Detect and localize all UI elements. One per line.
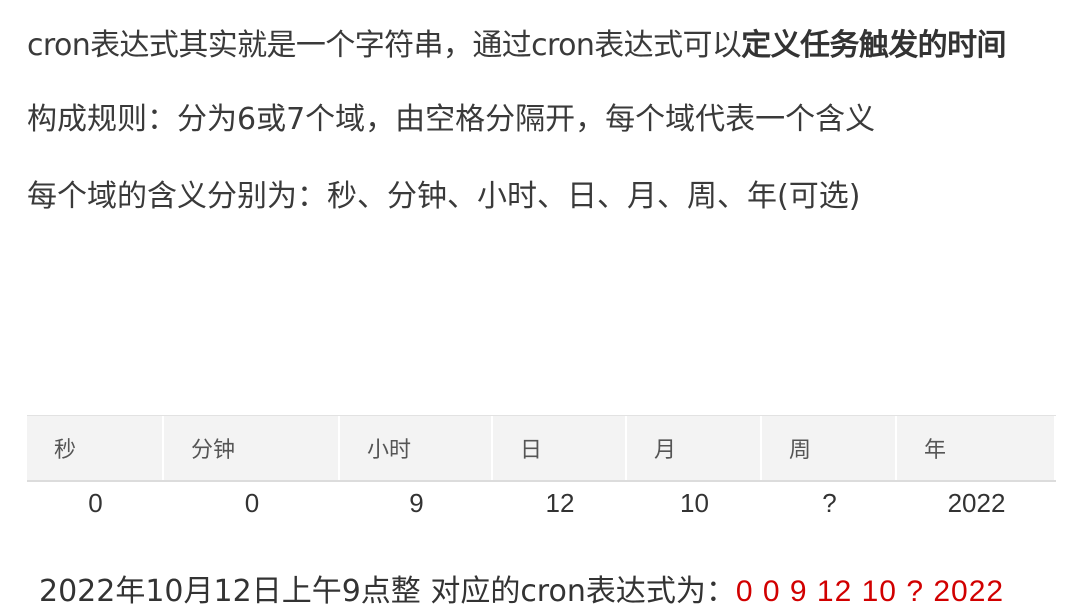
intro-line-1-text: cron表达式其实就是一个字符串，通过cron表达式可以 bbox=[27, 28, 742, 63]
intro-line-1: cron表达式其实就是一个字符串，通过cron表达式可以定义任务触发的时间 bbox=[27, 26, 1006, 66]
summary-text: 2022年10月12日上午9点整 对应的cron表达式为： bbox=[39, 574, 736, 609]
summary-line: 2022年10月12日上午9点整 对应的cron表达式为：0 0 9 12 10… bbox=[39, 572, 1004, 612]
value-month: 10 bbox=[680, 488, 709, 518]
cron-fields-table: 秒 分钟 小时 日 月 周 年 0 0 9 12 10 ? 2022 bbox=[27, 415, 1056, 524]
header-day: 日 bbox=[493, 416, 627, 480]
header-hour: 小时 bbox=[340, 416, 493, 480]
table-header-row: 秒 分钟 小时 日 月 周 年 bbox=[27, 415, 1056, 482]
intro-line-2: 构成规则：分为6或7个域，由空格分隔开，每个域代表一个含义 bbox=[27, 102, 876, 137]
value-second: 0 bbox=[88, 488, 103, 518]
table-row: 0 0 9 12 10 ? 2022 bbox=[27, 482, 1056, 524]
value-week: ? bbox=[822, 488, 837, 518]
value-hour: 9 bbox=[409, 488, 424, 518]
header-month: 月 bbox=[627, 416, 762, 480]
value-year: 2022 bbox=[947, 488, 1006, 518]
cron-expression: 0 0 9 12 10 ? 2022 bbox=[735, 575, 1005, 608]
intro-line-1-emphasis: 定义任务触发的时间 bbox=[741, 28, 1006, 63]
value-minute: 0 bbox=[244, 488, 260, 518]
intro-line-3: 每个域的含义分别为：秒、分钟、小时、日、月、周、年(可选) bbox=[27, 179, 861, 214]
header-second: 秒 bbox=[27, 416, 164, 480]
header-week: 周 bbox=[762, 416, 897, 480]
header-year: 年 bbox=[897, 416, 1056, 480]
header-minute: 分钟 bbox=[164, 416, 340, 480]
value-day: 12 bbox=[545, 488, 575, 518]
